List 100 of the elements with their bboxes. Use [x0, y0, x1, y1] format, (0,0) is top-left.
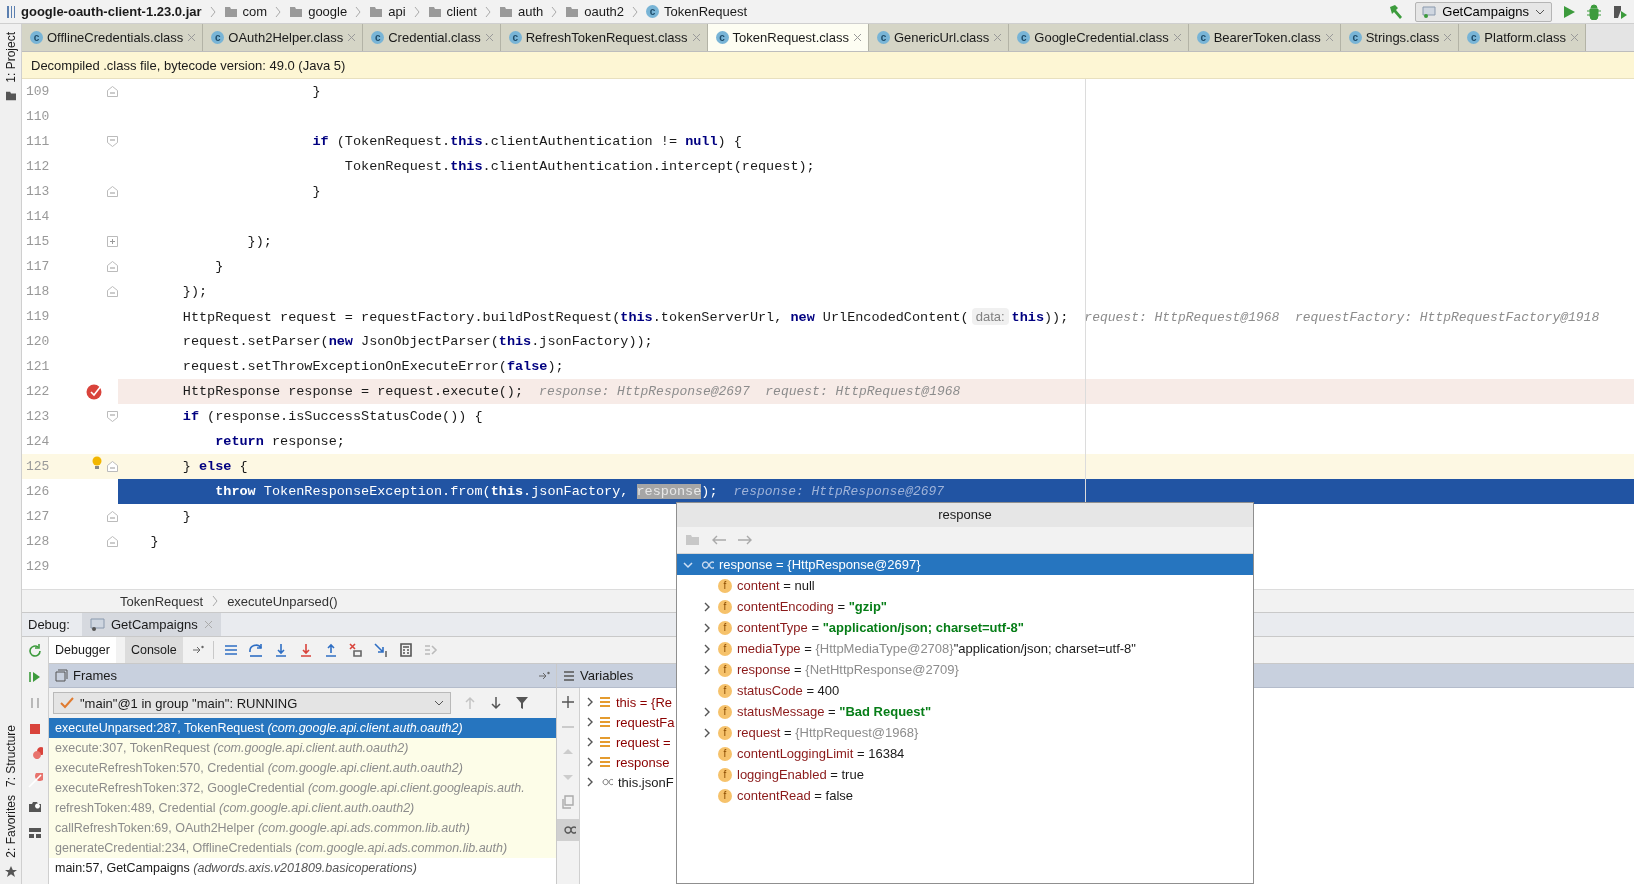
tab-label[interactable]: RefreshTokenRequest.class	[525, 30, 688, 45]
editor-tab[interactable]: c BearerToken.class	[1188, 24, 1341, 51]
breadcrumb-item[interactable]: auth	[517, 4, 544, 19]
editor-tab[interactable]: c RefreshTokenRequest.class	[500, 24, 708, 51]
coverage-icon[interactable]	[1612, 3, 1628, 20]
close-icon[interactable]	[993, 33, 1003, 42]
debug-tab[interactable]: Console	[124, 637, 183, 663]
close-icon[interactable]	[1570, 33, 1579, 42]
expand-fold-icon[interactable]	[107, 236, 118, 247]
fold-marker-icon[interactable]	[107, 186, 118, 197]
code-text: if	[311, 134, 329, 149]
editor-tab[interactable]: c GenericUrl.class	[868, 24, 1010, 51]
fold-marker-icon[interactable]	[107, 136, 118, 147]
caret-icon	[434, 700, 444, 706]
fold-marker-icon[interactable]	[107, 411, 118, 422]
tab-label[interactable]: OAuth2Helper.class	[228, 30, 344, 45]
lightbulb-icon[interactable]	[92, 456, 102, 470]
tab-label[interactable]: GoogleCredential.class	[1034, 30, 1169, 45]
list-icon[interactable]	[222, 642, 239, 658]
caret-icon	[1535, 8, 1545, 15]
breadcrumb-item[interactable]: google-oauth-client-1.23.0.jar	[21, 4, 202, 19]
tab-label[interactable]: OfflineCredentials.class	[47, 30, 184, 45]
close-icon[interactable]	[203, 620, 213, 629]
stack-frame[interactable]: executeUnparsed:287, TokenRequest (com.google.api.client.auth.oauth2)	[49, 718, 556, 738]
close-icon[interactable]	[1172, 33, 1182, 42]
stack-frame[interactable]: main:57, GetCampaigns (adwords.axis.v201809.basicoperations)	[49, 858, 556, 878]
stop-icon[interactable]	[27, 721, 43, 737]
breadcrumb-item[interactable]: client	[446, 4, 477, 19]
tab-label[interactable]: BearerToken.class	[1213, 30, 1321, 45]
back-arrow-icon[interactable]	[711, 534, 727, 546]
rerun-icon[interactable]	[27, 643, 43, 659]
fold-marker-icon[interactable]	[107, 261, 118, 272]
editor-tab[interactable]: c TokenRequest.class	[707, 24, 869, 51]
layout-icon[interactable]	[27, 825, 43, 841]
tab-label[interactable]: Credential.class	[388, 30, 481, 45]
breadcrumb-item[interactable]: google	[308, 4, 348, 19]
add-icon[interactable]	[560, 694, 576, 710]
tool-window-tab[interactable]: 2: Favorites	[3, 795, 18, 858]
bug-icon[interactable]	[1586, 3, 1602, 20]
pin-icon[interactable]	[191, 645, 204, 655]
class-icon: c	[715, 31, 729, 44]
mute-breakpoints-icon[interactable]	[27, 773, 43, 789]
editor-tab[interactable]: c OAuth2Helper.class	[203, 24, 364, 51]
field-icon: f	[718, 704, 732, 719]
close-icon[interactable]	[1443, 33, 1453, 42]
forward-arrow-icon[interactable]	[737, 534, 753, 546]
field-icon: f	[718, 599, 732, 614]
close-icon[interactable]	[1324, 33, 1334, 42]
close-icon[interactable]	[484, 33, 494, 42]
code-text: if	[181, 409, 199, 424]
breadcrumb-item[interactable]: executeUnparsed()	[227, 593, 338, 609]
run-icon[interactable]	[1562, 4, 1576, 19]
trace-icon[interactable]	[422, 642, 439, 658]
fold-marker-icon[interactable]	[107, 286, 118, 297]
filter-icon[interactable]	[515, 696, 529, 710]
run-to-cursor-icon[interactable]	[372, 642, 389, 658]
close-icon[interactable]	[347, 33, 357, 42]
editor-tab[interactable]: c Platform.class	[1459, 24, 1586, 51]
tab-label[interactable]: Strings.class	[1365, 30, 1440, 45]
code-text: false	[506, 359, 548, 374]
close-icon[interactable]	[691, 33, 701, 42]
debug-tab[interactable]: Debugger	[49, 637, 116, 663]
run-configuration-dropdown[interactable]: GetCampaigns	[1415, 1, 1552, 22]
fold-marker-icon[interactable]	[107, 536, 118, 547]
code-text: ) {	[717, 134, 742, 149]
close-icon[interactable]	[852, 33, 862, 42]
editor-tab[interactable]: c Credential.class	[363, 24, 501, 51]
evaluate-icon[interactable]	[397, 642, 414, 658]
chevron-icon	[275, 5, 282, 18]
tool-window-tab[interactable]: 1: Project	[3, 32, 18, 83]
down-arrow-icon[interactable]	[489, 696, 503, 710]
tree-row[interactable]: response = {HttpResponse@2697}	[677, 554, 1253, 575]
editor-tab[interactable]: c GoogleCredential.class	[1009, 24, 1189, 51]
field-icon: f	[718, 620, 732, 635]
code-text: null	[685, 134, 718, 149]
thread-dropdown[interactable]: "main"@1 in group "main": RUNNING	[53, 692, 451, 714]
debug-session-tab[interactable]: GetCampaigns	[81, 613, 221, 636]
breakpoint-icon[interactable]	[85, 382, 103, 400]
copy-icon[interactable]	[560, 794, 576, 810]
variable-text: request =	[616, 734, 671, 750]
fold-marker-icon[interactable]	[107, 511, 118, 522]
tab-label[interactable]: Platform.class	[1484, 30, 1566, 45]
breadcrumb-item[interactable]: TokenRequest	[120, 593, 204, 609]
tab-label[interactable]: TokenRequest.class	[732, 30, 849, 45]
breadcrumb-item[interactable]: api	[388, 4, 406, 19]
tab-label[interactable]: GenericUrl.class	[893, 30, 990, 45]
watch-icon[interactable]	[557, 819, 579, 841]
fold-marker-icon[interactable]	[107, 86, 118, 97]
breadcrumb-item[interactable]: TokenRequest	[664, 4, 748, 19]
close-icon[interactable]	[187, 33, 197, 42]
step-over-icon[interactable]	[247, 642, 264, 658]
drop-frame-icon[interactable]	[347, 642, 364, 658]
breadcrumb-item[interactable]: com	[242, 4, 268, 19]
tool-window-tab[interactable]: 7: Structure	[3, 725, 18, 788]
camera-icon[interactable]	[27, 799, 43, 815]
fold-marker-icon[interactable]	[107, 461, 118, 472]
editor-tab[interactable]: c Strings.class	[1340, 24, 1460, 51]
editor-tab[interactable]: c OfflineCredentials.class	[22, 24, 204, 51]
breadcrumb-item[interactable]: oauth2	[584, 4, 624, 19]
pin-icon[interactable]	[538, 670, 550, 681]
